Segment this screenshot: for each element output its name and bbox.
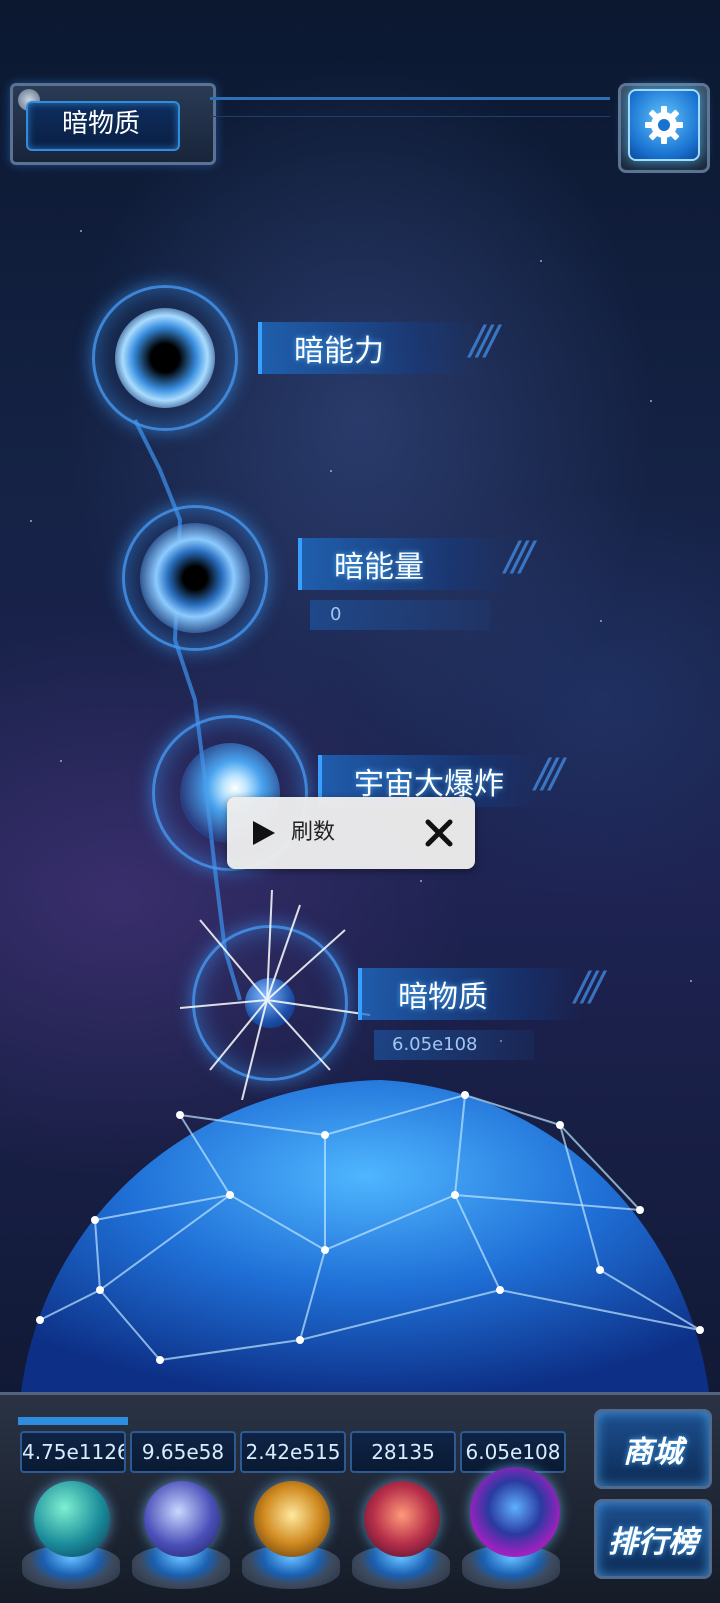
resource-value-4: 28135 [350,1431,456,1473]
golden-nebula-orb[interactable] [254,1481,330,1557]
light-rays-decoration [180,890,371,1100]
dark-matter-label: 暗物质 [398,980,488,1015]
planet-graphic [20,1080,710,1400]
slash-decoration: /// [505,534,534,580]
dark-matter-resource-orb[interactable] [470,1467,560,1557]
slash-decoration: /// [470,318,499,364]
resource-panel: 4.75e1126 9.65e58 2.42e515 28135 6.05e10… [0,1392,720,1603]
green-atom-orb[interactable] [34,1481,110,1557]
ranking-button[interactable]: 排行榜 [594,1499,712,1579]
close-button[interactable] [421,815,457,851]
dark-energy-value: 0 [330,604,342,625]
close-icon [425,819,453,847]
dark-power-orb [92,285,238,431]
dark-matter-value: 6.05e108 [392,1034,478,1055]
popup-label: 刷数 [291,820,336,845]
shop-button[interactable]: 商城 [594,1409,712,1489]
dark-energy-label: 暗能量 [334,550,424,585]
refresh-popup: 刷数 [227,797,475,869]
resource-value-3: 2.42e515 [240,1431,346,1473]
resource-value-2: 9.65e58 [130,1431,236,1473]
play-icon [253,821,275,845]
panel-stripe-decoration [18,1417,128,1425]
lightning-orb[interactable] [144,1481,220,1557]
dark-energy-orb [122,505,268,651]
dark-power-label: 暗能力 [294,334,384,369]
slash-decoration: /// [575,964,604,1010]
play-button[interactable] [247,817,279,849]
red-brain-orb[interactable] [364,1481,440,1557]
resource-value-1: 4.75e1126 [20,1431,126,1473]
slash-decoration: /// [535,751,564,797]
